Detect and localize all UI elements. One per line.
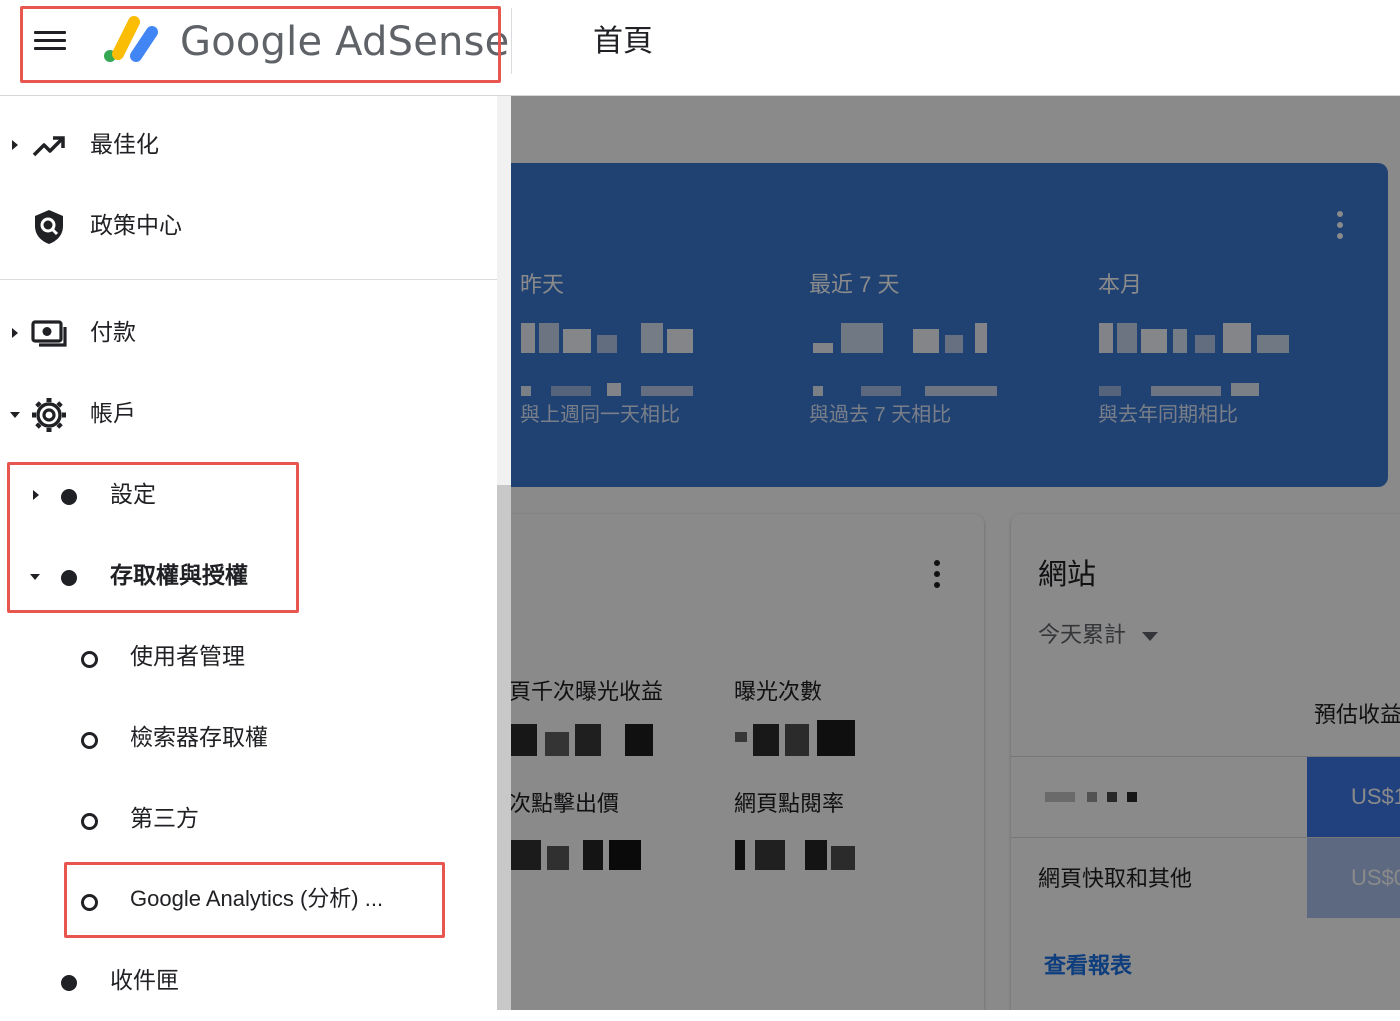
policy-shield-icon xyxy=(35,210,63,244)
sidebar-item-user-management[interactable]: 使用者管理 xyxy=(0,617,497,697)
estimated-earnings-card: 昨天 與上週同一天相比 最近 7 天 與過去 7 天相比 本月 與去年同期相比 xyxy=(511,163,1388,487)
page-title: 首頁 xyxy=(593,25,653,58)
main-content: 昨天 與上週同一天相比 最近 7 天 與過去 7 天相比 本月 與去年同期相比 … xyxy=(511,96,1400,1010)
page-ctr-label: 網頁點閱率 xyxy=(734,791,845,816)
sidebar-item-settings[interactable]: 設定 xyxy=(0,455,497,535)
sidebar-item-label: 帳戶 xyxy=(90,400,136,426)
payments-icon xyxy=(31,320,67,347)
adsense-logo-icon xyxy=(104,16,158,62)
cpc-label: 次點擊出價 xyxy=(511,791,620,816)
sidebar-item-label: 第三方 xyxy=(130,805,199,831)
sidebar-item-label: 付款 xyxy=(90,319,136,345)
date-range-value: 今天累計 xyxy=(1038,622,1127,647)
bullet-ring-icon xyxy=(81,813,98,830)
sidebar-item-label: 設定 xyxy=(110,481,156,507)
sidebar-item-optimization[interactable]: 最佳化 xyxy=(0,105,497,185)
bullet-ring-icon xyxy=(81,732,98,749)
sites-title: 網站 xyxy=(1038,559,1097,591)
more-vert-icon[interactable] xyxy=(934,560,940,588)
dropdown-arrow-icon xyxy=(1142,631,1159,641)
estimated-earnings-column-header: 預估收益 xyxy=(1314,702,1400,727)
sidebar-item-inbox[interactable]: 收件匣 xyxy=(0,941,497,1021)
sidebar-item-payments[interactable]: 付款 xyxy=(0,293,497,373)
sidebar-item-access-authorization[interactable]: 存取權與授權 xyxy=(0,536,497,616)
sidebar-item-label: 政策中心 xyxy=(90,212,182,238)
sidebar-scrollbar-thumb[interactable] xyxy=(497,485,511,1010)
last-7-days-label: 最近 7 天 xyxy=(809,272,900,297)
bullet-ring-icon xyxy=(81,894,98,911)
bullet-ring-icon xyxy=(81,651,98,668)
bullet-dot-icon xyxy=(61,975,77,991)
sidebar-item-label: 使用者管理 xyxy=(130,643,245,669)
sidebar-item-google-analytics[interactable]: Google Analytics (分析) ... xyxy=(0,860,497,940)
top-app-bar: Google AdSense 首頁 xyxy=(0,0,1400,96)
date-range-dropdown[interactable]: 今天累計 xyxy=(1038,620,1159,650)
bullet-dot-icon xyxy=(61,489,77,505)
performance-metrics-card: 頁千次曝光收益 曝光次數 次點擊出價 網頁點閱率 xyxy=(511,514,984,1010)
sidebar-item-label: 最佳化 xyxy=(90,131,159,157)
expand-caret-icon[interactable] xyxy=(12,328,18,338)
sites-card: 網站 今天累計 預估收益 US$1 網頁快取和其他 US$0 查看報表 xyxy=(1011,514,1400,1010)
view-report-link[interactable]: 查看報表 xyxy=(1044,951,1132,981)
cache-earnings-value: US$0 xyxy=(1351,865,1400,890)
expand-caret-icon[interactable] xyxy=(33,490,39,500)
expand-caret-icon[interactable] xyxy=(12,140,18,150)
gear-icon xyxy=(32,398,66,432)
sidebar-item-label: 檢索器存取權 xyxy=(130,724,268,750)
yesterday-label: 昨天 xyxy=(520,272,565,297)
sidebar-item-policy-center[interactable]: 政策中心 xyxy=(0,186,497,266)
trending-up-icon xyxy=(32,136,65,157)
sidebar-item-account[interactable]: 帳戶 xyxy=(0,374,497,454)
more-vert-icon[interactable] xyxy=(1337,211,1343,239)
sidebar-item-third-party[interactable]: 第三方 xyxy=(0,779,497,859)
site-earnings-bar: US$1 xyxy=(1307,757,1400,837)
sidebar-divider xyxy=(0,279,497,280)
collapse-caret-icon[interactable] xyxy=(30,574,40,580)
brand-name[interactable]: Google AdSense xyxy=(180,16,509,68)
sidebar-item-label: 存取權與授權 xyxy=(110,562,248,588)
sidebar-item-label: Google Analytics (分析) ... xyxy=(130,886,384,911)
last-7-days-compare: 與過去 7 天相比 xyxy=(809,404,952,426)
sidebar-item-label: 收件匣 xyxy=(110,967,179,993)
collapse-caret-icon[interactable] xyxy=(10,412,20,418)
this-month-compare: 與去年同期相比 xyxy=(1098,404,1238,426)
hamburger-menu-icon[interactable] xyxy=(30,26,70,58)
impressions-label: 曝光次數 xyxy=(734,679,823,704)
sidebar-item-crawler-access[interactable]: 檢索器存取權 xyxy=(0,698,497,778)
cache-earnings-bar: US$0 xyxy=(1307,838,1400,918)
cache-and-other-label: 網頁快取和其他 xyxy=(1038,866,1193,891)
bullet-dot-icon xyxy=(61,570,77,586)
yesterday-compare: 與上週同一天相比 xyxy=(520,404,680,426)
page-rpm-label: 頁千次曝光收益 xyxy=(511,679,664,704)
this-month-label: 本月 xyxy=(1098,272,1143,297)
header-divider xyxy=(511,8,512,74)
site-earnings-value: US$1 xyxy=(1351,784,1400,809)
